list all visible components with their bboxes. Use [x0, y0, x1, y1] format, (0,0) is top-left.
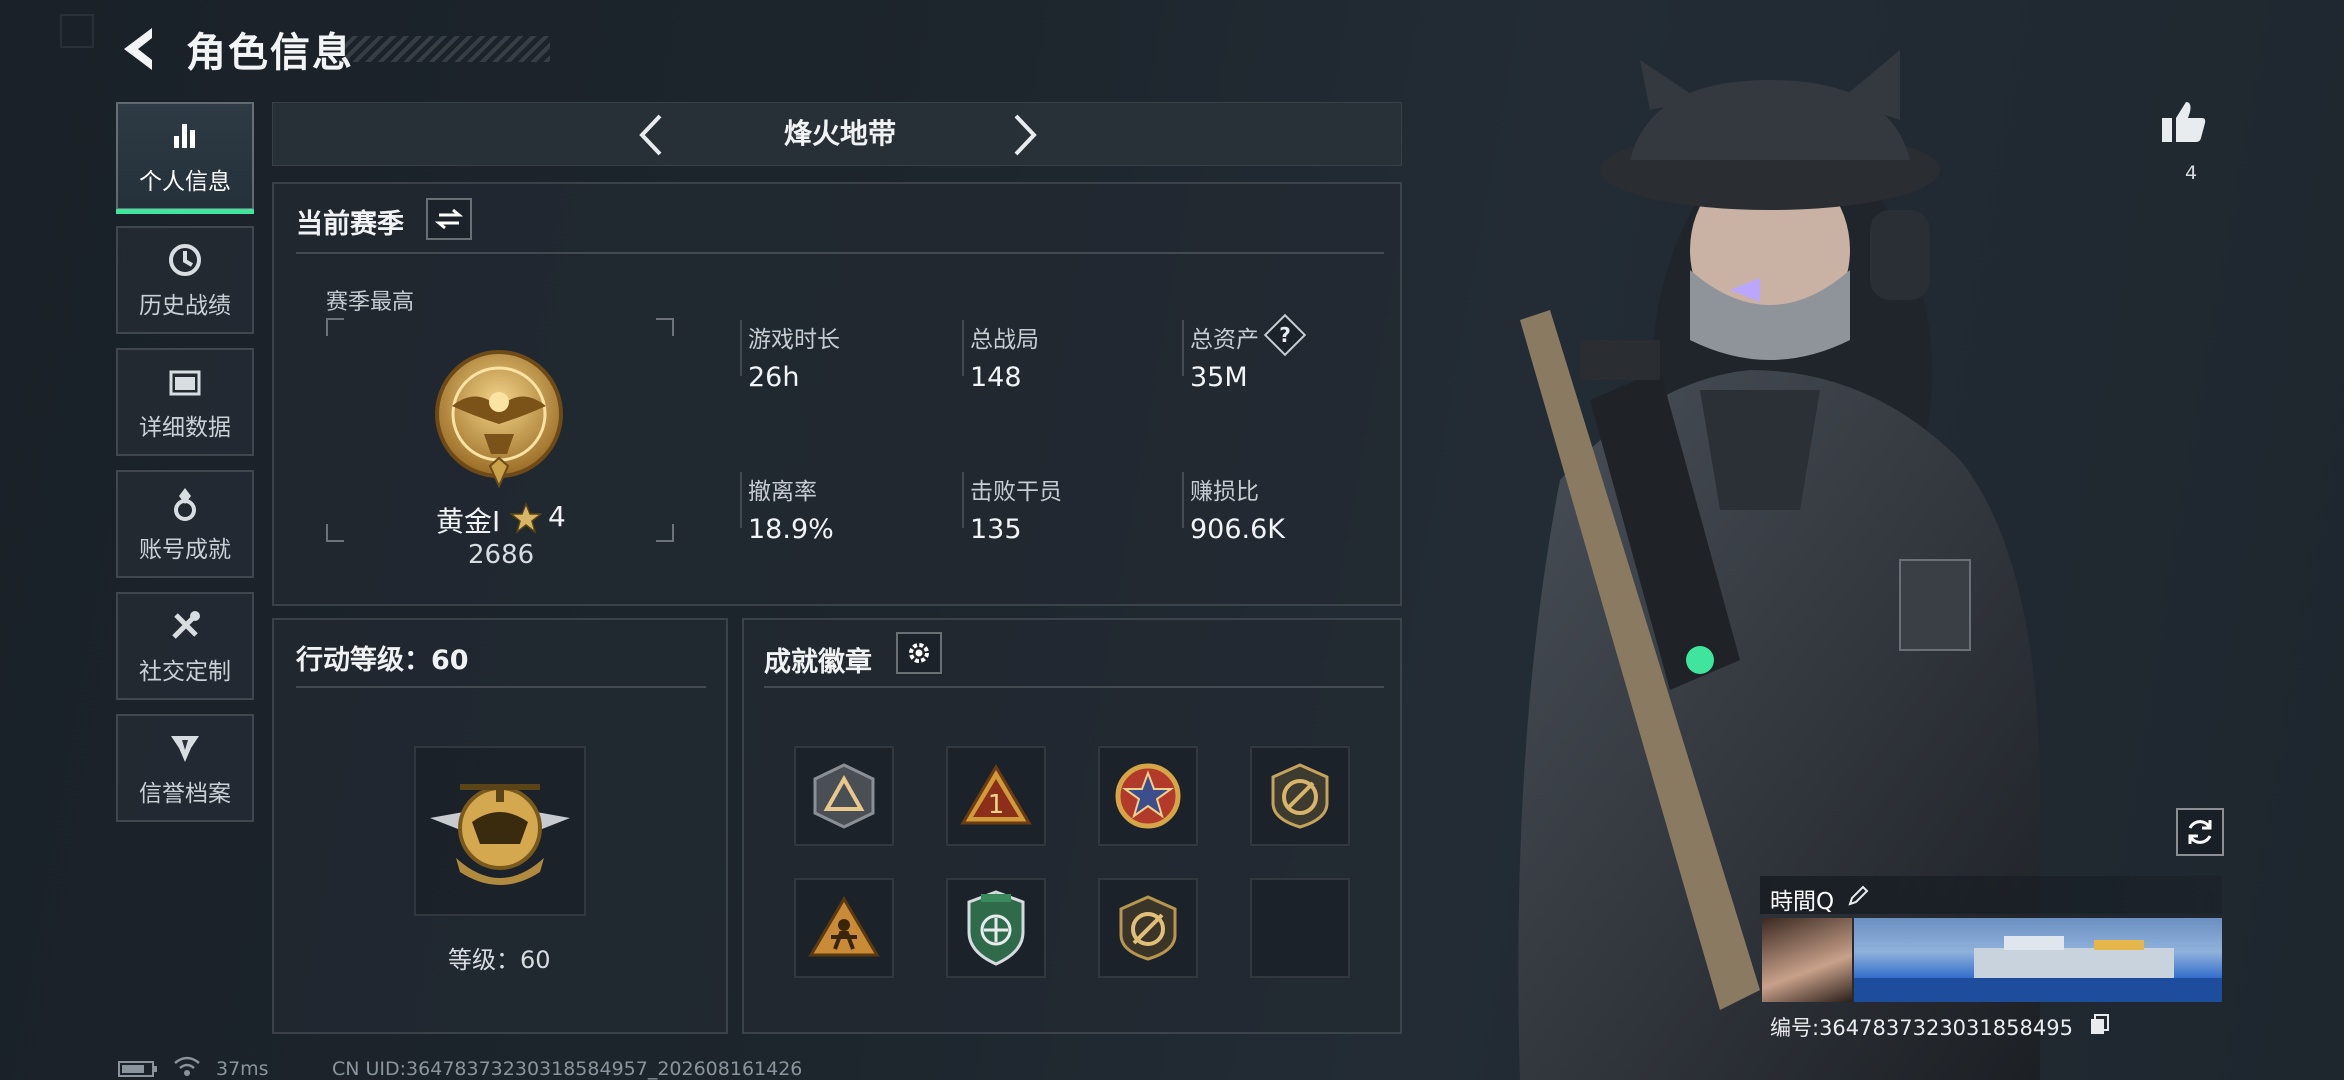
- action-level-title: 行动等级：60: [296, 645, 469, 676]
- achievement-badge-slot[interactable]: [946, 878, 1046, 978]
- star-medal-badge-icon: [1115, 763, 1181, 829]
- uid-text: CN UID:3647837323031858495​7_20260816142…: [332, 1058, 803, 1080]
- chevron-right-icon[interactable]: [1010, 112, 1040, 158]
- stat-value: 906.6K: [1190, 514, 1286, 545]
- medal-icon: [174, 488, 196, 521]
- gear-icon: [909, 643, 929, 663]
- stat-divider: [740, 320, 742, 376]
- rank-score: 2686: [468, 540, 535, 570]
- helicopter-emblem-icon: [430, 784, 570, 885]
- triangle-badge-icon: [813, 763, 875, 829]
- player-name: 時間Q: [1770, 889, 1835, 915]
- chevron-left-icon[interactable]: [636, 112, 666, 158]
- divider: [296, 252, 1384, 254]
- no-gun-badge-icon: [1271, 763, 1329, 829]
- stat-value: 26h: [748, 362, 800, 393]
- divider: [296, 686, 706, 688]
- stat-value: 18.9%: [748, 514, 834, 545]
- mode-title: 烽火地带: [783, 117, 896, 150]
- rank-name: 黄金I: [436, 505, 501, 538]
- stat-label: 赚损比: [1190, 479, 1259, 505]
- crossed-circle-badge-icon: [1119, 895, 1177, 961]
- like-count: 4: [2184, 162, 2198, 184]
- title-stripes: [340, 36, 550, 62]
- stat-divider: [962, 472, 964, 528]
- achievement-badge-slot[interactable]: [1098, 878, 1198, 978]
- nav-label: 社交定制: [139, 659, 231, 685]
- divider: [764, 686, 1384, 688]
- achievement-badge-slot[interactable]: [794, 746, 894, 846]
- nav-item-history[interactable]: 历史战绩: [116, 226, 254, 334]
- switch-season-button[interactable]: [426, 198, 472, 240]
- stat-label: 击败干员: [970, 479, 1062, 505]
- banner-city-image: [1854, 936, 2222, 1002]
- nav-label: 详细数据: [139, 415, 231, 441]
- player-id: 编号:3647837323031858495: [1770, 1016, 2073, 1040]
- swap-icon: [435, 208, 463, 230]
- climber-badge-icon: [808, 896, 880, 957]
- stat-label: 游戏时长: [748, 327, 840, 353]
- stat-divider: [740, 472, 742, 528]
- stat-label: 撤离率: [748, 479, 817, 505]
- stat-label: 总资产: [1190, 327, 1259, 353]
- tools-icon: [172, 611, 200, 639]
- gold-one-badge-icon: 1: [960, 764, 1032, 825]
- bar-chart-icon: [174, 124, 195, 148]
- refresh-icon: [2188, 820, 2212, 844]
- badges-title: 成就徽章: [764, 647, 872, 678]
- stat-label: 总战局: [970, 327, 1039, 353]
- achievement-badge-slot[interactable]: [1250, 746, 1350, 846]
- svg-text:1: 1: [988, 790, 1005, 820]
- stat-value: 148: [970, 362, 1022, 393]
- achievement-badge-slot[interactable]: [794, 878, 894, 978]
- level-caption: 等级：60: [448, 946, 551, 974]
- wifi-icon: [174, 1056, 200, 1076]
- empty-badge-slot[interactable]: [1250, 878, 1350, 978]
- achievement-badge-slot[interactable]: 1: [946, 746, 1046, 846]
- badge-settings-button[interactable]: [896, 632, 942, 674]
- season-title: 当前赛季: [296, 209, 404, 240]
- page-title: 角色信息: [186, 30, 354, 76]
- frame-corner: [326, 318, 344, 336]
- thumbs-up-icon[interactable]: [2158, 96, 2210, 148]
- credit-shield-icon: [171, 736, 199, 762]
- stat-divider: [962, 320, 964, 376]
- nav-label: 信誉档案: [139, 781, 231, 807]
- green-shield-badge-icon: [967, 890, 1025, 966]
- clock-history-icon: [169, 244, 201, 276]
- frame-corner: [656, 318, 674, 336]
- battery-icon: [118, 1061, 157, 1077]
- stat-divider: [1182, 320, 1184, 376]
- nav-label: 账号成就: [139, 537, 231, 563]
- nav-item-profile[interactable]: 个人信息: [116, 102, 254, 214]
- help-mark: ?: [1279, 323, 1291, 347]
- edit-pencil-icon[interactable]: [1846, 884, 1870, 908]
- stat-value: 35M: [1190, 362, 1248, 393]
- rotate-character-button[interactable]: [2176, 808, 2224, 856]
- folder-icon: [169, 370, 201, 396]
- nav-item-credit[interactable]: 信誉档案: [116, 714, 254, 822]
- nav-label: 历史战绩: [139, 293, 231, 319]
- copy-icon[interactable]: [2088, 1012, 2112, 1036]
- nav-item-details[interactable]: 详细数据: [116, 348, 254, 456]
- rank-stars: 4: [548, 500, 566, 533]
- player-avatar[interactable]: [1762, 918, 1852, 1002]
- ping-latency: 37ms: [216, 1058, 269, 1080]
- stat-divider: [1182, 472, 1184, 528]
- frame-corner: [656, 524, 674, 542]
- season-best-label: 赛季最高: [326, 290, 415, 315]
- star-icon: [510, 502, 542, 534]
- nav-item-social[interactable]: 社交定制: [116, 592, 254, 700]
- frame-corner: [326, 524, 344, 542]
- player-banner[interactable]: [1854, 918, 2222, 1002]
- gold-rank-emblem-icon: [435, 350, 563, 489]
- nav-item-achievements[interactable]: 账号成就: [116, 470, 254, 578]
- back-arrow-icon[interactable]: [114, 22, 162, 76]
- achievement-badge-slot[interactable]: [1098, 746, 1198, 846]
- stat-value: 135: [970, 514, 1022, 545]
- level-emblem-frame: [414, 746, 586, 916]
- nav-label: 个人信息: [139, 169, 231, 195]
- corner-decoration: [60, 14, 94, 48]
